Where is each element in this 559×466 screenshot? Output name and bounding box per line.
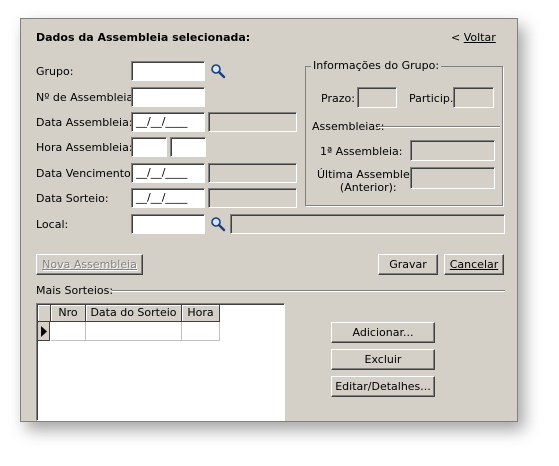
data-vencimento-label: Data Vencimento: [36, 167, 135, 180]
excluir-button[interactable]: Excluir [331, 349, 435, 370]
info-grupo-legend: Informações do Grupo: [311, 59, 442, 72]
assembleias-legend: Assembleias: [312, 120, 385, 133]
search-icon[interactable] [210, 63, 226, 79]
local-description-field [230, 214, 505, 234]
panel-title: Dados da Assembleia selecionada: [36, 31, 251, 44]
cancelar-label: Cancelar [449, 258, 499, 271]
local-search-icon[interactable] [210, 216, 226, 232]
data-sorteio-label: Data Sorteio: [36, 192, 109, 205]
nova-assembleia-button[interactable]: Nova Assembleia [36, 254, 143, 275]
assembleias-divider [378, 126, 500, 128]
particip-label: Particip.: [409, 92, 458, 105]
editar-detalhes-button[interactable]: Editar/Detalhes... [331, 376, 435, 397]
data-sorteio-weekday-field [208, 188, 297, 208]
hora-assembleia-label: Hora Assembleia: [36, 141, 133, 154]
local-input[interactable] [131, 214, 205, 234]
data-assembleia-weekday-field [208, 112, 297, 132]
particip-field [453, 87, 494, 108]
data-sorteio-input[interactable]: __/__/____ [131, 188, 205, 208]
data-vencimento-input[interactable]: __/__/____ [131, 163, 205, 183]
ultima-assembleia-field [410, 167, 495, 189]
sorteios-grid[interactable]: Nro Data do Sorteio Hora [36, 303, 285, 421]
ultima-assembleia-label: Última Assembleia (Anterior): [317, 168, 420, 194]
back-arrow: < [451, 31, 464, 44]
back-link-label: Voltar [463, 31, 496, 44]
prazo-label: Prazo: [321, 92, 355, 105]
nova-assembleia-label: Nova Assembleia [42, 258, 137, 271]
grid-corner-header [38, 305, 51, 322]
cancelar-button[interactable]: Cancelar [444, 254, 504, 275]
assembleia-panel: Dados da Assembleia selecionada: < Volta… [20, 18, 518, 422]
grupo-label: Grupo: [36, 65, 74, 78]
local-label: Local: [36, 218, 69, 231]
grid-cell-data-sorteio[interactable] [86, 322, 182, 341]
adicionar-button[interactable]: Adicionar... [331, 322, 435, 343]
gravar-button[interactable]: Gravar [378, 254, 438, 275]
num-assembleia-input[interactable] [131, 87, 205, 107]
back-link[interactable]: < Voltar [451, 31, 496, 44]
row-pointer-icon [41, 326, 47, 337]
col-header-nro[interactable]: Nro [51, 305, 86, 322]
row-indicator [38, 322, 50, 341]
col-header-data-sorteio[interactable]: Data do Sorteio [86, 305, 182, 322]
data-assembleia-input[interactable]: __/__/____ [131, 112, 205, 132]
data-assembleia-label: Data Assembleia: [36, 116, 133, 129]
primeira-assembleia-label: 1ª Assembleia: [320, 145, 403, 158]
prazo-field [357, 87, 397, 108]
primeira-assembleia-field [410, 140, 495, 161]
grid-cell-hora[interactable] [182, 322, 220, 341]
ultima-assembleia-label-line1: Última Assembleia [317, 168, 420, 181]
minuto-input[interactable] [170, 137, 206, 157]
hora-input[interactable] [131, 137, 167, 157]
col-header-hora[interactable]: Hora [182, 305, 220, 322]
num-assembleia-label: Nº de Assembleia: [36, 91, 137, 104]
mais-sorteios-label: Mais Sorteios: [36, 284, 114, 297]
grid-cell-nro[interactable] [51, 322, 86, 341]
grupo-input[interactable] [131, 61, 205, 81]
mais-sorteios-divider [112, 290, 505, 292]
ultima-assembleia-label-line2: (Anterior): [339, 181, 397, 194]
data-vencimento-weekday-field [208, 163, 297, 183]
